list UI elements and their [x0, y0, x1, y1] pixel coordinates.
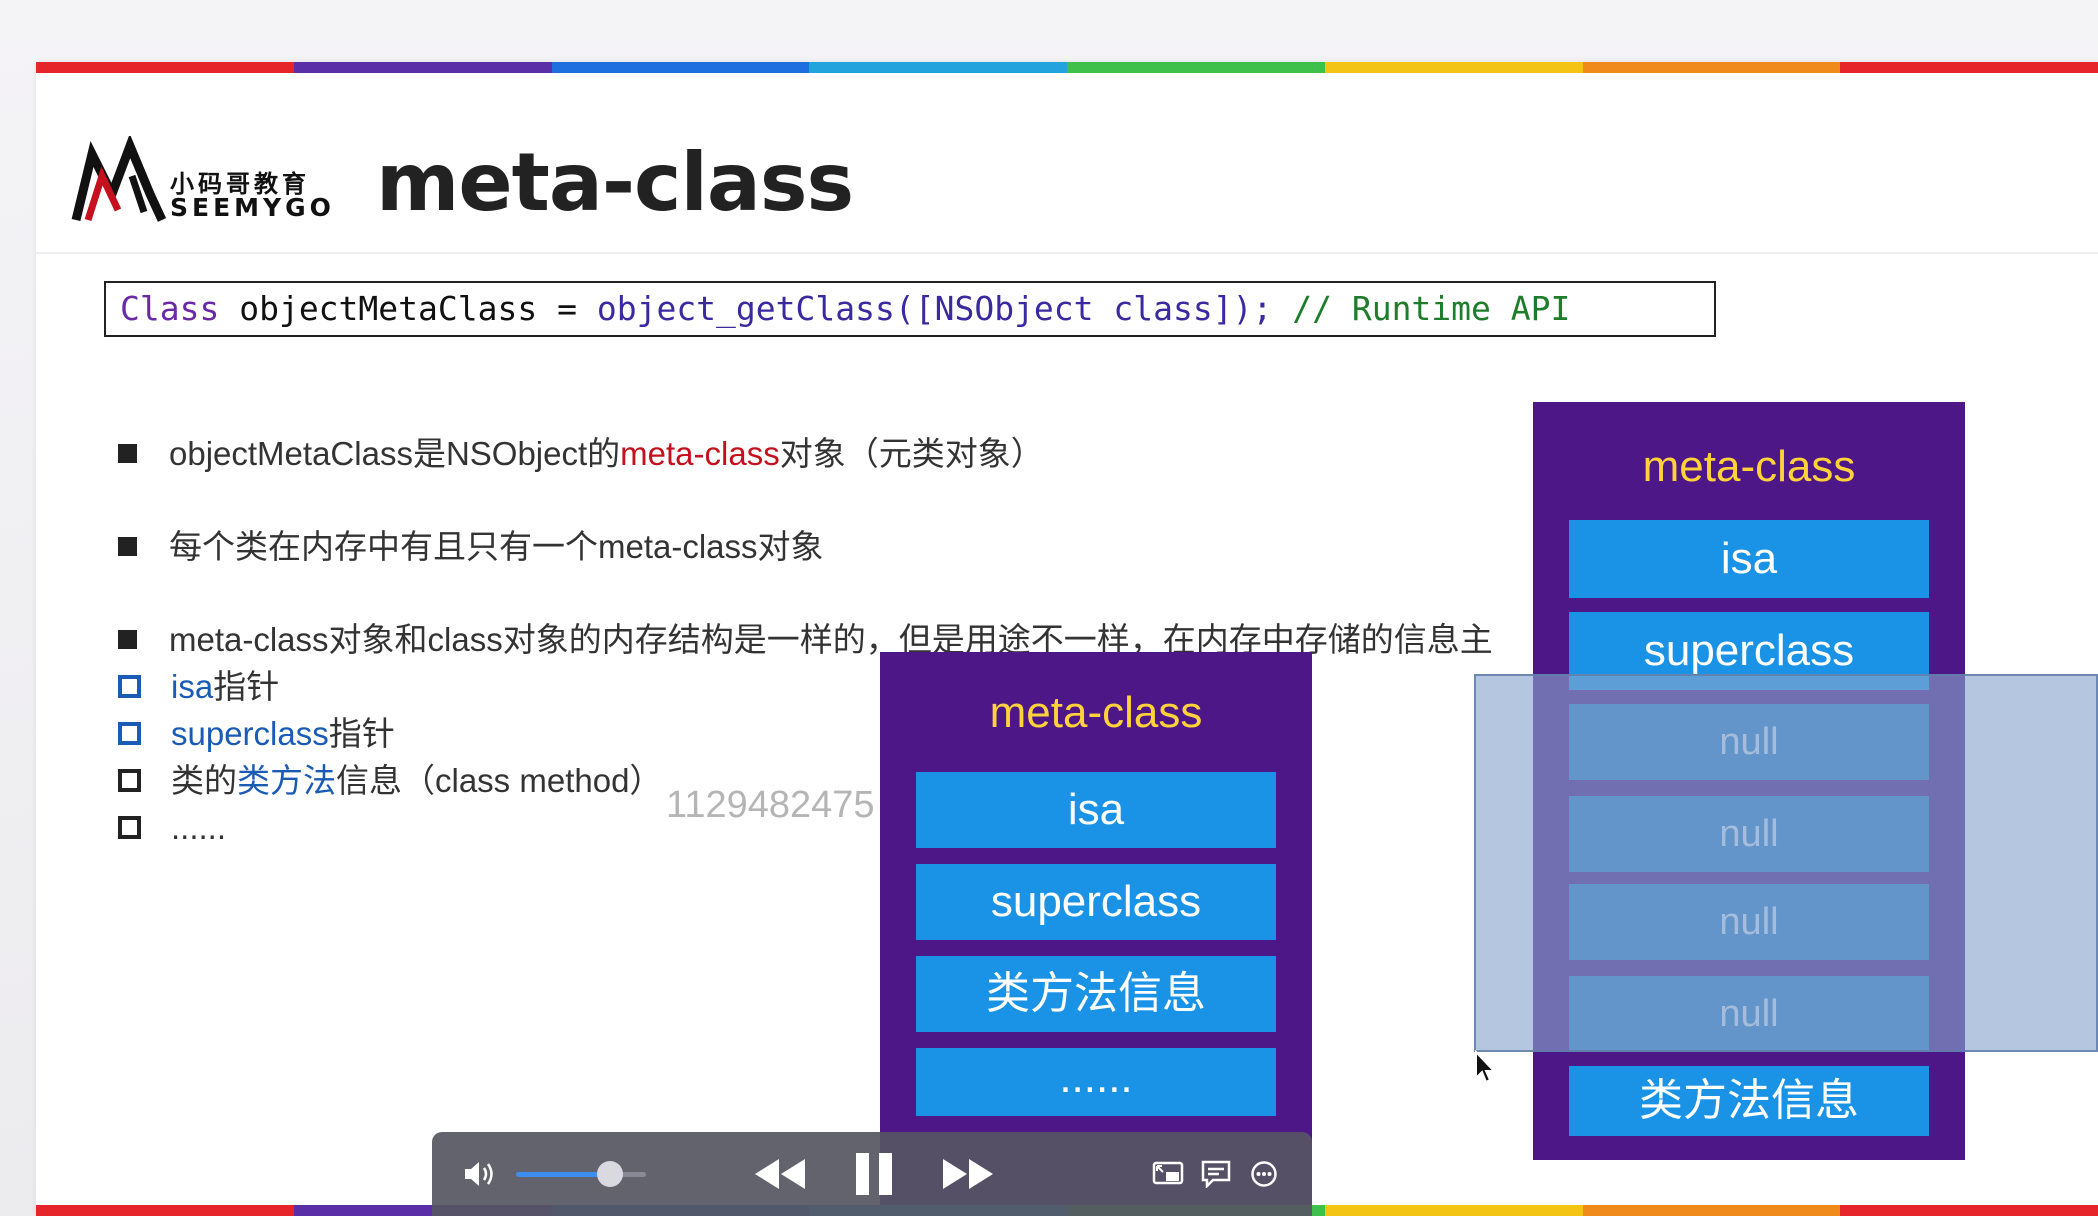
rainbow-segment	[551, 62, 810, 73]
subtitles-button[interactable]	[1194, 1132, 1238, 1216]
rainbow-segment	[1067, 62, 1325, 73]
bullet-hollow-square-icon	[118, 674, 141, 698]
code-function-call: object_getClass([NSObject class]);	[596, 289, 1273, 328]
rainbow-segment	[1840, 1205, 2098, 1216]
logo-en-text: SEEMYGO	[170, 193, 335, 222]
fast-forward-icon	[943, 1159, 993, 1189]
pause-icon	[856, 1153, 892, 1195]
rainbow-segment	[1582, 62, 1841, 73]
panel-title: meta-class	[989, 688, 1203, 737]
selection-rectangle[interactable]	[1474, 674, 2098, 1052]
header-divider	[36, 252, 2098, 254]
rainbow-segment	[809, 62, 1067, 73]
fast-forward-button[interactable]	[936, 1132, 1000, 1216]
bullet-highlight: meta-class	[620, 435, 780, 472]
more-options-button[interactable]	[1242, 1132, 1286, 1216]
code-comment: // Runtime API	[1272, 289, 1571, 328]
mouse-cursor-icon	[1475, 1050, 1497, 1084]
subtitles-icon	[1201, 1160, 1231, 1188]
volume-slider-knob[interactable]	[596, 1161, 623, 1187]
bullet-hollow-square-icon	[118, 721, 141, 745]
rainbow-bar-top	[36, 62, 2098, 73]
rainbow-segment	[1840, 62, 2098, 73]
bullet-text: 对象（元类对象）	[779, 435, 1044, 472]
slide-title: meta-class	[376, 136, 854, 229]
sub-bullet-item: isa指针	[118, 665, 279, 709]
bullet-text: 信息（class method）	[336, 762, 663, 799]
logo: 小码哥教育 SEEMYGO	[70, 136, 340, 226]
bullet-item: objectMetaClass是NSObject的meta-class对象（元类…	[118, 432, 1044, 476]
video-player-controls	[432, 1132, 1312, 1216]
bullet-text: 类的	[171, 762, 237, 799]
picture-in-picture-button[interactable]	[1146, 1132, 1190, 1216]
bullet-hollow-square-icon	[118, 815, 141, 839]
rainbow-segment	[1582, 1205, 1841, 1216]
code-snippet: Class objectMetaClass = object_getClass(…	[104, 281, 1716, 337]
bullet-text: objectMetaClass是NSObject的	[169, 435, 621, 472]
rainbow-segment	[36, 1205, 294, 1216]
code-keyword: Class	[120, 289, 220, 328]
bullet-text: ......	[171, 809, 227, 846]
rewind-icon	[755, 1159, 805, 1189]
code-variable: objectMetaClass =	[219, 289, 597, 328]
bullet-item: 每个类在内存中有且只有一个meta-class对象	[118, 525, 824, 569]
panel-cell-superclass: superclass	[916, 864, 1276, 940]
rewind-button[interactable]	[748, 1132, 812, 1216]
bullet-square-icon	[118, 629, 137, 649]
picture-in-picture-icon	[1152, 1161, 1184, 1185]
panel-cell-isa: isa	[1569, 520, 1929, 598]
panel-cell-class-method-info: 类方法信息	[1569, 1066, 1929, 1136]
more-options-icon	[1251, 1161, 1277, 1187]
bullet-text: 指针	[213, 668, 280, 705]
bullet-square-icon	[118, 443, 137, 463]
panel-cell-isa: isa	[916, 772, 1276, 848]
rainbow-segment	[1324, 1205, 1583, 1216]
volume-icon	[465, 1162, 493, 1186]
seemygo-logo-icon	[71, 136, 167, 222]
bullet-text: 每个类在内存中有且只有一个meta-class对象	[169, 528, 824, 565]
sub-bullet-item: ......	[118, 806, 226, 850]
volume-button[interactable]	[456, 1132, 504, 1216]
bullet-highlight: superclass	[171, 715, 329, 752]
bullet-highlight: isa	[171, 668, 214, 705]
rainbow-segment	[293, 62, 552, 73]
rainbow-segment	[1324, 62, 1583, 73]
panel-title: meta-class	[1642, 442, 1856, 491]
bullet-text: 指针	[328, 715, 395, 752]
bullet-hollow-square-icon	[118, 768, 141, 792]
bullet-highlight: 类方法	[237, 762, 336, 799]
pause-button[interactable]	[844, 1132, 904, 1216]
bullet-square-icon	[118, 536, 137, 556]
sub-bullet-item: superclass指针	[118, 712, 395, 756]
sub-bullet-item: 类的类方法信息（class method）	[118, 759, 662, 803]
volume-slider-fill	[516, 1172, 610, 1177]
panel-cell-class-method-info: 类方法信息	[916, 956, 1276, 1032]
rainbow-segment	[36, 62, 294, 73]
watermark: 1129482475	[666, 784, 875, 826]
panel-cell-ellipsis: ......	[916, 1048, 1276, 1116]
screen: 小码哥教育 SEEMYGO meta-class Class objectMet…	[0, 0, 2098, 1216]
